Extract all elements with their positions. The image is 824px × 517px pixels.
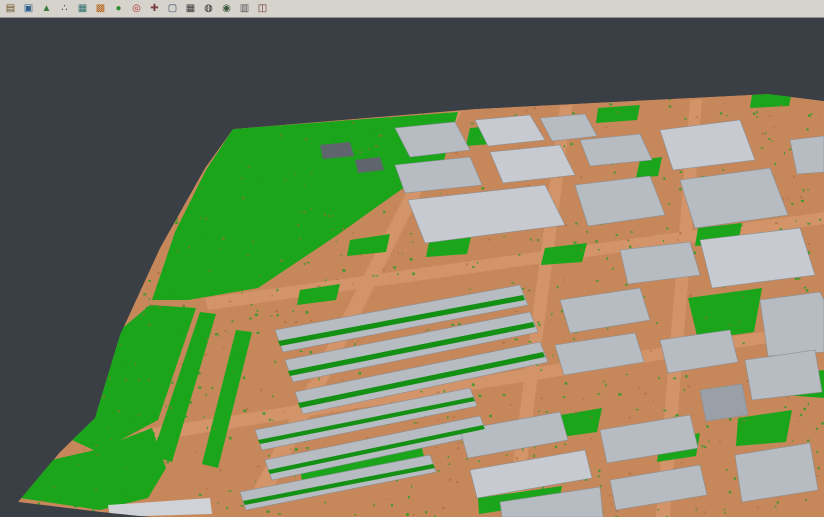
- terrain-feature-blddark: [700, 384, 748, 421]
- globe-icon[interactable]: ◍: [200, 1, 217, 17]
- open-project-icon[interactable]: ▤: [2, 1, 19, 17]
- terrain-feature-bld: [760, 292, 824, 356]
- grid-icon[interactable]: ▦: [182, 1, 199, 17]
- scene-svg: [0, 18, 824, 517]
- camera-view-icon[interactable]: ◉: [218, 1, 235, 17]
- measure-icon[interactable]: ✚: [146, 1, 163, 17]
- ortho-icon[interactable]: ◎: [128, 1, 145, 17]
- scene-viewport[interactable]: [0, 18, 824, 517]
- mesh-icon[interactable]: ▦: [74, 1, 91, 17]
- terrain-feature-bld: [580, 134, 652, 166]
- crop-region-icon[interactable]: ▢: [164, 1, 181, 17]
- histogram-icon[interactable]: ▥: [236, 1, 253, 17]
- save-icon[interactable]: ▣: [20, 1, 37, 17]
- export-icon[interactable]: ◫: [254, 1, 271, 17]
- texture-icon[interactable]: ▩: [92, 1, 109, 17]
- classification-icon[interactable]: ●: [110, 1, 127, 17]
- terrain-feature-dark: [320, 142, 354, 159]
- toolbar: ▤▣▲∴▦▩●◎✚▢▦◍◉▥◫: [0, 0, 824, 18]
- point-cloud-icon[interactable]: ∴: [56, 1, 73, 17]
- terrain-icon[interactable]: ▲: [38, 1, 55, 17]
